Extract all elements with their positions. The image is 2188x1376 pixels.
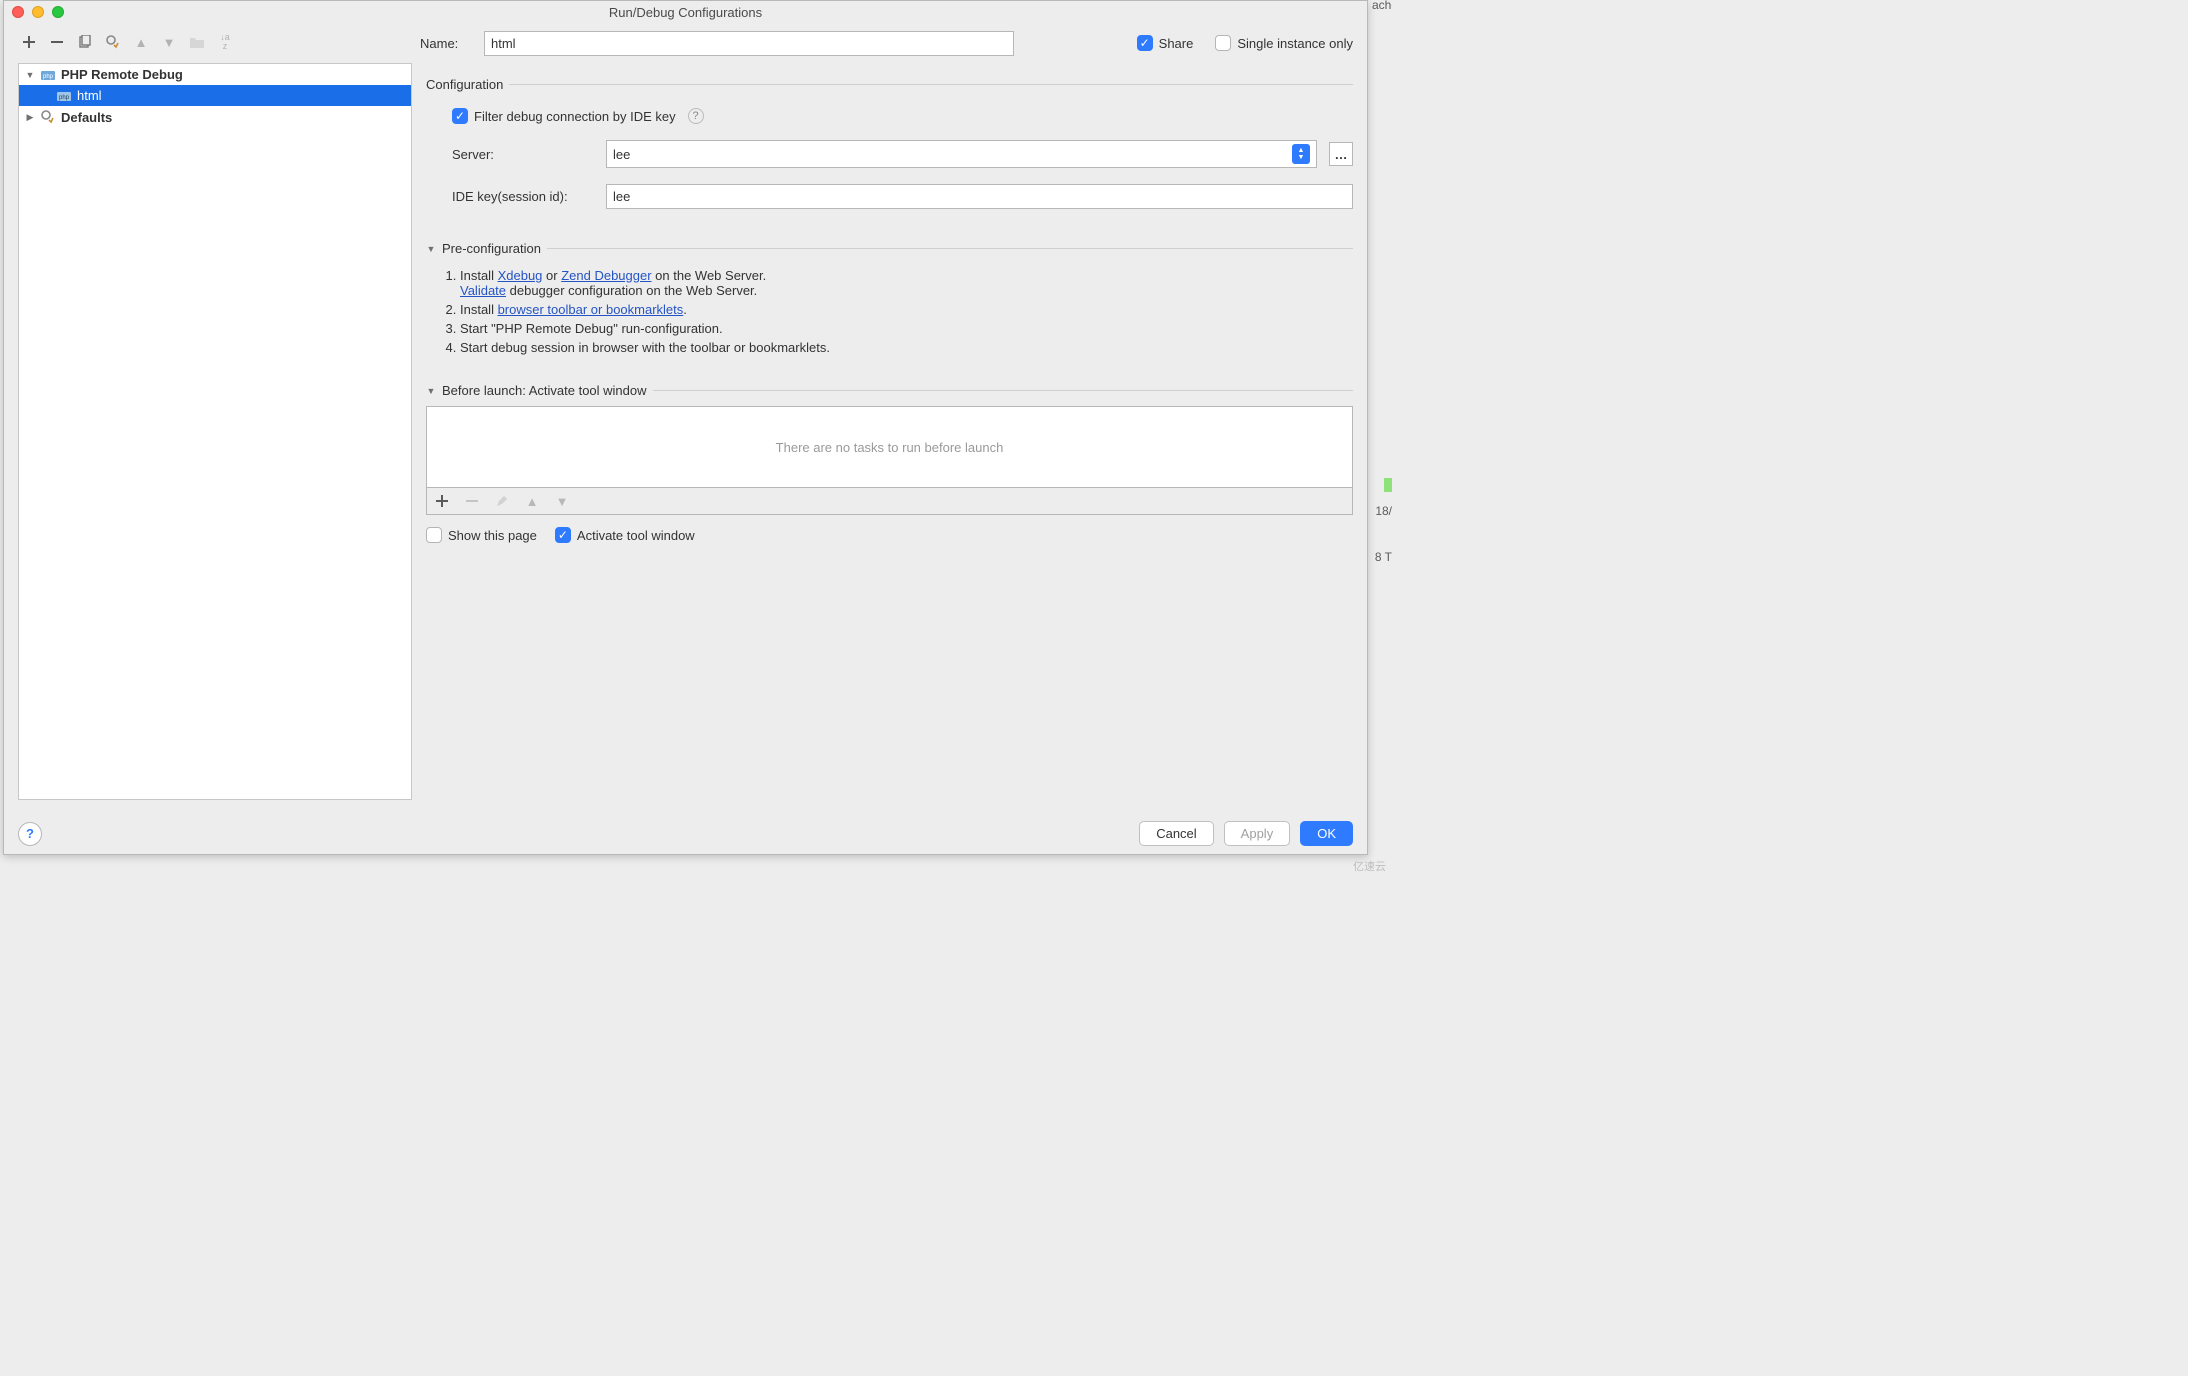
copy-config-button[interactable] — [76, 33, 94, 51]
caret-down-icon: ▼ — [25, 70, 35, 80]
select-arrows-icon: ▲▼ — [1292, 144, 1310, 164]
help-button[interactable]: ? — [18, 822, 42, 846]
tree-toolbar: ▲ ▼ ↓a z — [18, 29, 412, 57]
activate-row[interactable]: Activate tool window — [555, 527, 695, 543]
task-up-button[interactable]: ▲ — [523, 492, 541, 510]
move-down-button[interactable]: ▼ — [160, 33, 178, 51]
show-page-checkbox[interactable] — [426, 527, 442, 543]
preconfiguration-heading[interactable]: ▼ Pre-configuration — [426, 241, 1353, 256]
tree-node-label: html — [77, 88, 102, 103]
preconfiguration-steps: Install Xdebug or Zend Debugger on the W… — [438, 264, 1353, 359]
background-window: 📁 cache 18/ 8 T — [1372, 0, 1392, 618]
single-instance-checkbox[interactable] — [1215, 35, 1231, 51]
apply-button[interactable]: Apply — [1224, 821, 1291, 846]
gutter-highlight — [1384, 478, 1392, 492]
configuration-heading: Configuration — [426, 77, 1353, 92]
caret-right-icon: ▶ — [25, 112, 35, 123]
preconf-step-2: Install browser toolbar or bookmarklets. — [460, 302, 1353, 317]
help-icon[interactable]: ? — [688, 108, 704, 124]
php-config-icon: php — [55, 89, 73, 103]
defaults-icon — [39, 109, 57, 125]
ok-button[interactable]: OK — [1300, 821, 1353, 846]
tree-node-label: PHP Remote Debug — [61, 67, 183, 82]
server-more-button[interactable]: … — [1329, 142, 1353, 166]
before-launch-heading[interactable]: ▼ Before launch: Activate tool window — [426, 383, 1353, 398]
php-remote-debug-icon: php — [39, 68, 57, 82]
sort-button[interactable]: ↓a z — [216, 33, 234, 51]
xdebug-link[interactable]: Xdebug — [498, 268, 543, 283]
activate-checkbox[interactable] — [555, 527, 571, 543]
tasks-empty-text: There are no tasks to run before launch — [776, 440, 1004, 455]
tree-node-label: Defaults — [61, 110, 112, 125]
config-panel: Configuration Filter debug connection by… — [426, 63, 1353, 800]
edit-task-button[interactable] — [493, 492, 511, 510]
filter-row[interactable]: Filter debug connection by IDE key — [452, 108, 676, 124]
share-checkbox[interactable] — [1137, 35, 1153, 51]
activate-label: Activate tool window — [577, 528, 695, 543]
bottom-bar: ? Cancel Apply OK — [18, 821, 1353, 846]
show-page-label: Show this page — [448, 528, 537, 543]
watermark: 亿速云 — [1353, 858, 1386, 874]
add-config-button[interactable] — [20, 33, 38, 51]
server-value: lee — [613, 147, 630, 162]
tasks-list: There are no tasks to run before launch — [426, 406, 1353, 488]
background-text-1: 18/ — [1375, 504, 1392, 518]
tasks-toolbar: ▲ ▼ — [426, 488, 1353, 515]
show-page-row[interactable]: Show this page — [426, 527, 537, 543]
preconf-step-1: Install Xdebug or Zend Debugger on the W… — [460, 268, 1353, 298]
save-config-button[interactable] — [104, 33, 122, 51]
preconf-step-4: Start debug session in browser with the … — [460, 340, 1353, 355]
caret-down-icon: ▼ — [426, 386, 436, 396]
run-debug-dialog: Run/Debug Configurations ▲ ▼ ↓a z Name: … — [3, 0, 1368, 855]
cancel-button[interactable]: Cancel — [1139, 821, 1213, 846]
config-tree[interactable]: ▼ php PHP Remote Debug php html ▶ Defaul… — [18, 63, 412, 800]
ide-key-label: IDE key(session id): — [452, 189, 594, 204]
share-checkbox-row[interactable]: Share — [1137, 35, 1194, 51]
task-down-button[interactable]: ▼ — [553, 492, 571, 510]
svg-text:php: php — [43, 74, 54, 80]
svg-text:php: php — [59, 95, 70, 101]
validate-link[interactable]: Validate — [460, 283, 506, 298]
background-text-2: 8 T — [1375, 550, 1392, 564]
top-row: ▲ ▼ ↓a z Name: Share Single instance onl… — [4, 23, 1367, 63]
remove-task-button[interactable] — [463, 492, 481, 510]
name-label: Name: — [420, 36, 468, 51]
single-instance-label: Single instance only — [1237, 36, 1353, 51]
preconf-step-3: Start "PHP Remote Debug" run-configurati… — [460, 321, 1353, 336]
single-instance-row[interactable]: Single instance only — [1215, 35, 1353, 51]
filter-checkbox[interactable] — [452, 108, 468, 124]
ide-key-input[interactable] — [606, 184, 1353, 209]
caret-down-icon: ▼ — [426, 244, 436, 254]
tree-node-defaults[interactable]: ▶ Defaults — [19, 106, 411, 128]
browser-toolbar-link[interactable]: browser toolbar or bookmarklets — [498, 302, 684, 317]
name-input[interactable] — [484, 31, 1014, 56]
folder-button[interactable] — [188, 33, 206, 51]
share-label: Share — [1159, 36, 1194, 51]
tree-node-html[interactable]: php html — [19, 85, 411, 106]
dialog-title: Run/Debug Configurations — [4, 5, 1367, 20]
background-folder-label: cache — [1372, 0, 1392, 12]
titlebar: Run/Debug Configurations — [4, 1, 1367, 23]
add-task-button[interactable] — [433, 492, 451, 510]
server-select[interactable]: lee ▲▼ — [606, 140, 1317, 168]
move-up-button[interactable]: ▲ — [132, 33, 150, 51]
tree-node-php-remote-debug[interactable]: ▼ php PHP Remote Debug — [19, 64, 411, 85]
filter-label: Filter debug connection by IDE key — [474, 109, 676, 124]
remove-config-button[interactable] — [48, 33, 66, 51]
zend-debugger-link[interactable]: Zend Debugger — [561, 268, 651, 283]
server-label: Server: — [452, 147, 594, 162]
